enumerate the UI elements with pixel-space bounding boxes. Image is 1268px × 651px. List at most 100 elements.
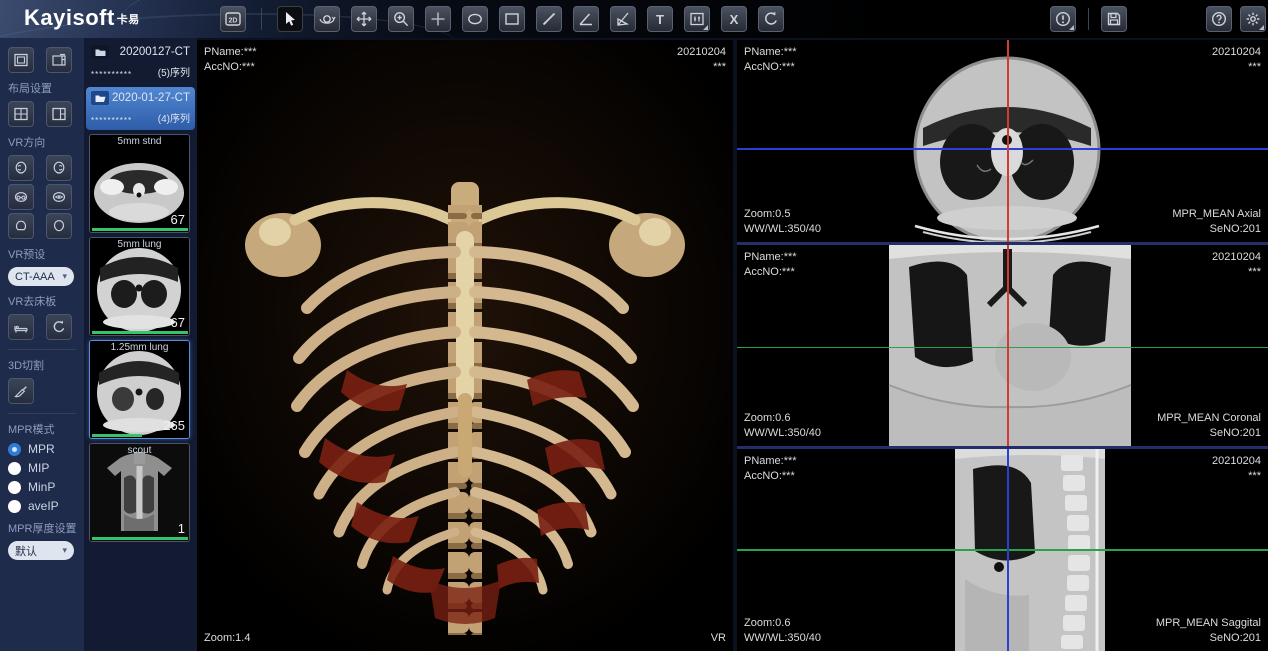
app-logo: Kayisoft卡易 <box>24 5 140 31</box>
coronal-overlay-study: 20210204 *** <box>1212 250 1261 280</box>
reset-tool-button[interactable] <box>758 6 784 32</box>
mpr-mode-option-mip[interactable]: MIP <box>8 461 84 475</box>
study-title: 2020-01-27-CT <box>112 92 190 104</box>
delete-tool-button[interactable]: X <box>721 6 747 32</box>
report-button[interactable] <box>1050 6 1076 32</box>
radio-icon[interactable] <box>8 481 21 494</box>
axial-overlay-zoom: Zoom:0.5 WW/WL:350/40 <box>744 207 821 237</box>
pan-tool-button[interactable] <box>351 6 377 32</box>
axial-study-date: 20210204 <box>1212 45 1261 60</box>
axial-overlay-study: 20210204 *** <box>1212 45 1261 75</box>
series-thumbnail-5mm-lung[interactable]: 5mm lung 67 <box>89 237 190 336</box>
layout-1-2-icon <box>51 106 67 122</box>
vr-viewport[interactable]: PName:*** AccNO:*** 20210204 *** Zoom:1.… <box>197 40 733 651</box>
radio-icon[interactable] <box>8 500 21 513</box>
coronal-crosshair-vertical[interactable] <box>1007 245 1009 447</box>
angle-tool-button[interactable] <box>573 6 599 32</box>
axial-overlay-patient: PName:*** AccNO:*** <box>744 45 797 75</box>
help-button[interactable] <box>1206 6 1232 32</box>
toolbar-right-group <box>1050 6 1127 32</box>
series-thumbnail-1-25mm-lung[interactable]: 1.25mm lung 265 <box>89 340 190 439</box>
toolbar-divider <box>261 8 262 30</box>
scalpel-button[interactable] <box>8 378 34 404</box>
sagittal-overlay-study: 20210204 *** <box>1212 454 1261 484</box>
line-tool-button[interactable] <box>536 6 562 32</box>
vr-head-anterior-left-button[interactable] <box>8 155 34 181</box>
help-icon <box>1210 10 1228 28</box>
window-level-tool-button[interactable] <box>684 6 710 32</box>
coronal-zoom-value: Zoom:0.6 <box>744 411 821 426</box>
toolbar-divider <box>1088 8 1089 30</box>
sagittal-pname: PName:*** <box>744 454 797 469</box>
crosshair-tool-button[interactable] <box>425 6 451 32</box>
mpr-coronal-viewport[interactable]: PName:*** AccNO:*** 20210204 *** Zoom:0.… <box>737 245 1268 447</box>
axial-crosshair-vertical[interactable] <box>1007 40 1009 242</box>
vr-preset-label: VR预设 <box>8 246 84 262</box>
layout-custom-button[interactable] <box>46 47 72 73</box>
study-item-selected[interactable]: 2020-01-27-CT ********** (4)序列 <box>86 87 195 130</box>
head-anterior-left-icon <box>13 160 29 176</box>
vr-preset-value: CT-AAA <box>15 271 55 283</box>
mpr-axial-viewport[interactable]: PName:*** AccNO:*** 20210204 *** Zoom:0.… <box>737 40 1268 242</box>
vr-head-frontal-button[interactable] <box>46 213 72 239</box>
save-icon <box>1105 10 1123 28</box>
mpr-mode-option-aveip[interactable]: aveIP <box>8 499 84 513</box>
coronal-series-label: MPR_MEAN Coronal <box>1157 411 1261 426</box>
coronal-wwwl-value: WW/WL:350/40 <box>744 426 821 441</box>
vr-head-anterior-right-button[interactable] <box>46 155 72 181</box>
head-anterior-right-icon <box>51 160 67 176</box>
cobb-angle-tool-button[interactable] <box>610 6 636 32</box>
ellipse-tool-button[interactable] <box>462 6 488 32</box>
series-thumbnail-scout[interactable]: scout 1 <box>89 443 190 542</box>
zoom-in-tool-button[interactable] <box>388 6 414 32</box>
dropdown-corner <box>1069 25 1074 30</box>
dropdown-corner <box>1259 25 1264 30</box>
vr-pname: PName:*** <box>204 45 257 60</box>
vr-head-superior-button[interactable] <box>8 184 34 210</box>
coronal-pname: PName:*** <box>744 250 797 265</box>
sidebar-divider <box>8 413 76 414</box>
axial-masked: *** <box>1212 60 1261 75</box>
thumbnail-image-count: 265 <box>163 418 185 433</box>
save-button[interactable] <box>1101 6 1127 32</box>
study-item[interactable]: 20200127-CT ********** (5)序列 <box>86 41 195 84</box>
axial-crosshair-horizontal[interactable] <box>737 148 1268 150</box>
vr-preset-select[interactable]: CT-AAA ▾ <box>8 267 74 286</box>
layout-2x2-button[interactable] <box>8 101 34 127</box>
sagittal-series-label: MPR_MEAN Saggital <box>1156 616 1261 631</box>
text-tool-button[interactable]: T <box>647 6 673 32</box>
mpr-sagittal-viewport[interactable]: PName:*** AccNO:*** 20210204 *** Zoom:0.… <box>737 449 1268 651</box>
scalpel-icon <box>13 383 29 399</box>
layout-1-2-button[interactable] <box>46 101 72 127</box>
remove-bed-button[interactable] <box>8 314 34 340</box>
cursor-tool-button[interactable] <box>277 6 303 32</box>
mpr-thickness-select[interactable]: 默认 ▾ <box>8 541 74 560</box>
radio-icon[interactable] <box>8 462 21 475</box>
reset-circle-icon <box>51 319 67 335</box>
chevron-down-icon: ▾ <box>62 271 67 282</box>
series-thumbnail-5mm-stnd[interactable]: 5mm stnd 67 <box>89 134 190 233</box>
reset-icon <box>762 10 780 28</box>
coronal-overlay-patient: PName:*** AccNO:*** <box>744 250 797 280</box>
vr-head-posterior-button[interactable] <box>8 213 34 239</box>
vr-zoom-value: Zoom:1.4 <box>204 631 250 646</box>
angle-icon <box>577 10 595 28</box>
bed-reset-button[interactable] <box>46 314 72 340</box>
sagittal-crosshair-vertical[interactable] <box>1007 449 1009 651</box>
layout-2d-button[interactable]: 2D <box>220 6 246 32</box>
rotate-3d-tool-button[interactable] <box>314 6 340 32</box>
settings-button[interactable] <box>1240 6 1266 32</box>
mpr-column: PName:*** AccNO:*** 20210204 *** Zoom:0.… <box>737 40 1268 651</box>
rectangle-tool-button[interactable] <box>499 6 525 32</box>
sagittal-crosshair-horizontal[interactable] <box>737 549 1268 551</box>
cursor-icon <box>282 11 298 27</box>
coronal-study-date: 20210204 <box>1212 250 1261 265</box>
coronal-crosshair-horizontal[interactable] <box>737 347 1268 349</box>
radio-selected-icon[interactable] <box>8 443 21 456</box>
layout-single-button[interactable] <box>8 47 34 73</box>
toolbar-far-right-group <box>1206 6 1266 32</box>
mpr-mode-option-minp[interactable]: MinP <box>8 480 84 494</box>
mpr-mode-option-mpr[interactable]: MPR <box>8 442 84 456</box>
logo-text-cn: 卡易 <box>117 14 140 26</box>
vr-head-inferior-button[interactable] <box>46 184 72 210</box>
